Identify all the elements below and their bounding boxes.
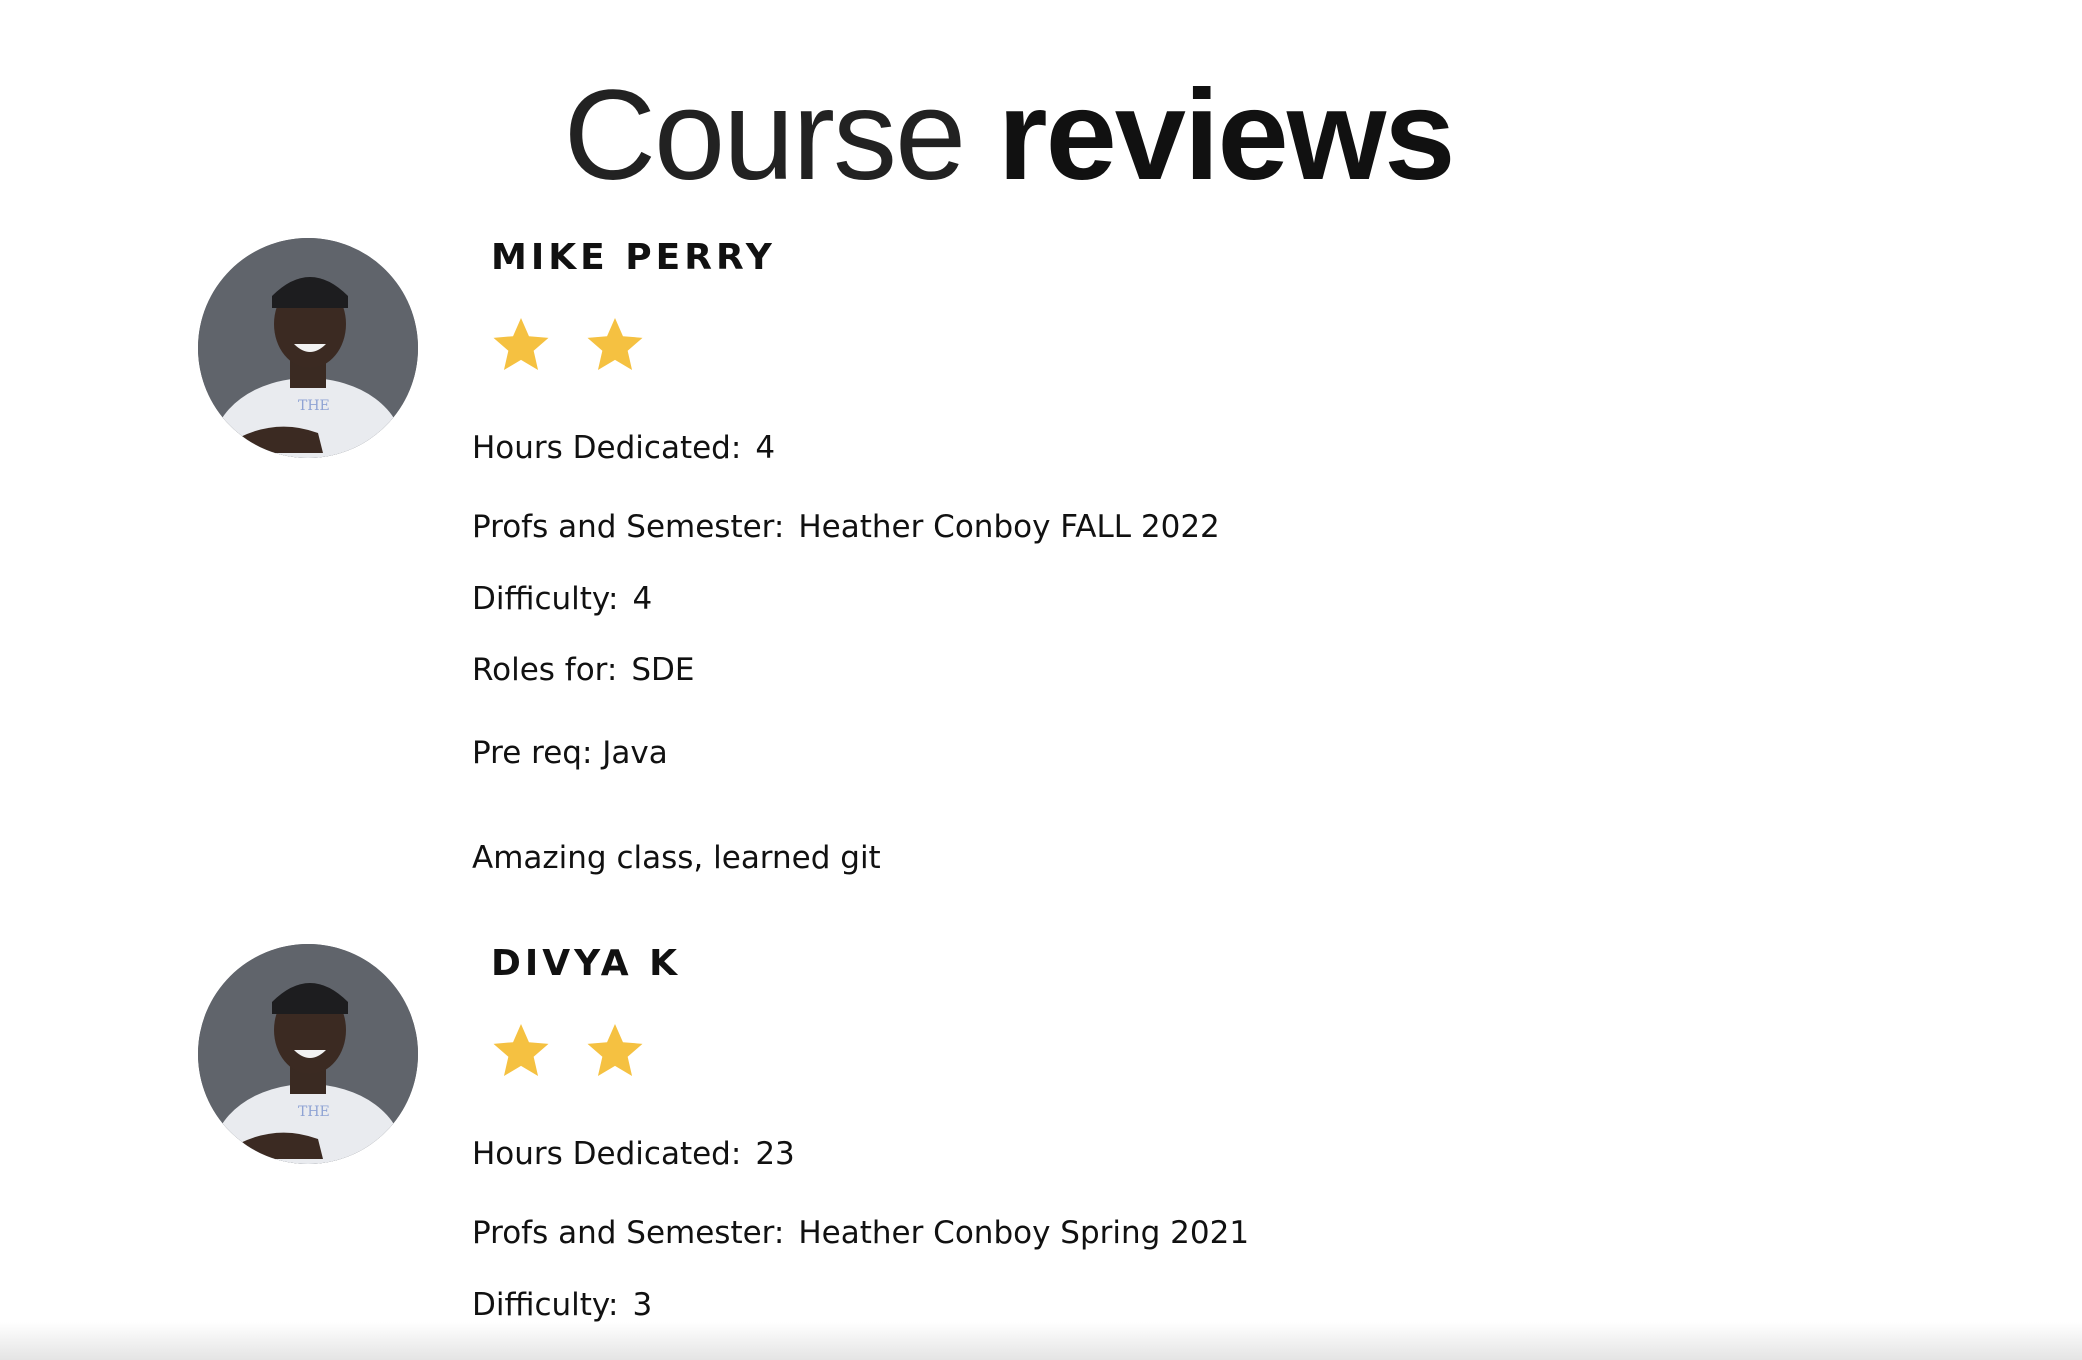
roles-for: Roles for: SDE [472,650,694,690]
hours-value: 23 [755,1136,795,1172]
difficulty-label: Difficulty: [472,1287,619,1323]
profs-label: Profs and Semester: [472,509,785,545]
profs-semester: Profs and Semester: Heather Conboy Spring… [472,1213,1249,1253]
page-title-bold: reviews [997,63,1456,207]
profs-semester: Profs and Semester: Heather Conboy FALL 2… [472,507,1220,547]
reviewer-name: MIKE PERRY [491,237,776,278]
hours-label: Hours Dedicated: [472,430,742,466]
course-reviews-page: Course reviews THE MIKE PERRY Hours Dedi… [0,0,2082,1360]
avatar-photo: THE [198,238,418,458]
reviewer-name: DIVYA K [491,943,682,984]
page-title: Course reviews [0,71,2017,200]
star-icon [493,318,549,371]
profs-value: Heather Conboy Spring 2021 [798,1215,1250,1251]
page-title-light: Course [563,63,967,207]
difficulty: Difficulty: 4 [472,579,652,619]
hours-dedicated: Hours Dedicated: 23 [472,1134,795,1174]
difficulty-label: Difficulty: [472,581,619,617]
star-icon [493,1024,549,1077]
avatar-photo: THE [198,944,418,1164]
roles-label: Roles for: [472,652,618,688]
hours-value: 4 [755,430,776,466]
roles-value: SDE [631,652,695,688]
star-icon [587,1024,643,1077]
difficulty-value: 3 [632,1287,653,1323]
avatar: THE [198,944,418,1164]
star-rating [488,1018,648,1092]
star-icon [587,318,643,371]
window-bottom-edge [0,1322,2082,1360]
avatar: THE [198,238,418,458]
difficulty-value: 4 [632,581,653,617]
difficulty: Difficulty: 3 [472,1285,652,1325]
profs-value: Heather Conboy FALL 2022 [798,509,1220,545]
star-rating [488,312,648,386]
hours-dedicated: Hours Dedicated: 4 [472,428,775,468]
hours-label: Hours Dedicated: [472,1136,742,1172]
prerequisites: Pre req: Java [472,735,668,771]
svg-text:THE: THE [298,398,330,414]
svg-text:THE: THE [298,1104,330,1120]
profs-label: Profs and Semester: [472,1215,785,1251]
review-comment: Amazing class, learned git [472,840,881,876]
